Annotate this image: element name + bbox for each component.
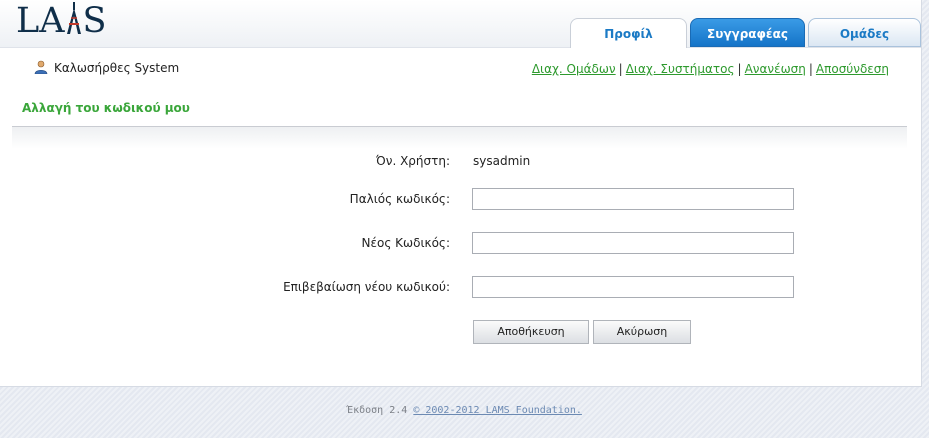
save-button[interactable]: Αποθήκευση: [473, 320, 589, 344]
form-row-old-password: Παλιός κωδικός:: [0, 188, 921, 212]
top-nav-links: Διαχ. Ομάδων | Διαχ. Συστήματος | Ανανέωση | Α…: [532, 62, 889, 76]
copyright-link[interactable]: © 2002-2012 LAMS Foundation.: [413, 405, 582, 416]
new-password-input[interactable]: [472, 232, 794, 254]
lams-logo: LA S: [16, 1, 107, 41]
username-value: sysadmin: [473, 154, 531, 168]
footer: Έκδοση 2.4 © 2002-2012 LAMS Foundation.: [0, 405, 929, 416]
user-icon: [34, 60, 48, 74]
nav-separator: |: [618, 62, 623, 76]
tab-author[interactable]: Συγγραφέας: [690, 18, 805, 47]
logo-text-left: LA: [16, 1, 65, 41]
form-row-new-password: Νέος Κωδικός:: [0, 232, 921, 256]
form-row-confirm-password: Επιβεβαίωση νέου κωδικού:: [0, 276, 921, 300]
tab-groups[interactable]: Ομάδες: [808, 18, 921, 47]
link-refresh[interactable]: Ανανέωση: [745, 62, 806, 76]
page-container: LA S Προφίλ Συγγραφέας Ομάδες Καλωσήρθες…: [0, 0, 922, 387]
new-password-label: Νέος Κωδικός:: [361, 236, 450, 250]
confirm-password-label: Επιβεβαίωση νέου κωδικού:: [283, 280, 450, 294]
tab-profile[interactable]: Προφίλ: [570, 18, 687, 48]
nav-separator: |: [737, 62, 742, 76]
logo-text-right: S: [82, 1, 107, 41]
version-text: Έκδοση 2.4: [347, 405, 408, 416]
header: LA S Προφίλ Συγγραφέας Ομάδες: [0, 0, 921, 48]
username-label: Όν. Χρήστη:: [375, 154, 450, 168]
section-title: Αλλαγή του κωδικού μου: [22, 101, 190, 115]
confirm-password-input[interactable]: [472, 276, 794, 298]
link-logout[interactable]: Αποσύνδεση: [816, 62, 889, 76]
nav-separator: |: [808, 62, 813, 76]
logo-tower-icon: [66, 2, 81, 34]
welcome-text: Καλωσήρθες System: [54, 61, 180, 75]
link-group-management[interactable]: Διαχ. Ομάδων: [532, 62, 616, 76]
old-password-label: Παλιός κωδικός:: [349, 192, 450, 206]
cancel-button[interactable]: Ακύρωση: [593, 320, 691, 344]
form-row-username: Όν. Χρήστη: sysadmin: [0, 150, 921, 174]
section-band: [12, 127, 907, 149]
link-system-management[interactable]: Διαχ. Συστήματος: [626, 62, 735, 76]
old-password-input[interactable]: [472, 188, 794, 210]
welcome-message: Καλωσήρθες System: [34, 60, 179, 75]
